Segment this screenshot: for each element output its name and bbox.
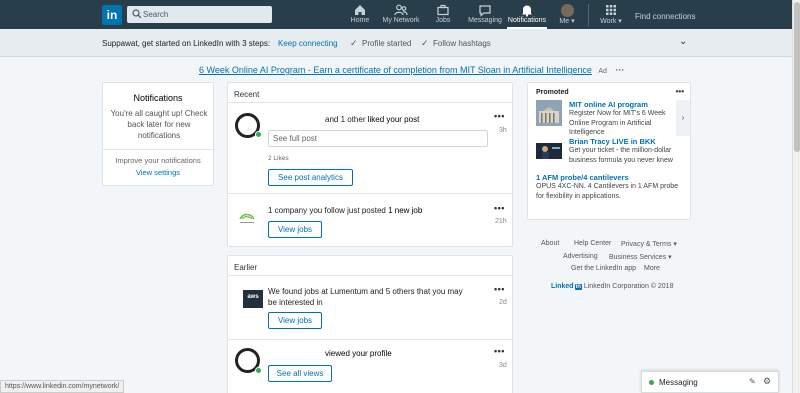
online-indicator [255,131,262,138]
briefcase-icon [437,4,449,16]
card-title: Notifications [133,93,183,103]
nav-divider [588,4,589,26]
seagate-icon [239,213,255,223]
nav-messaging[interactable]: Messaging [468,3,502,29]
nav-jobs[interactable]: Jobs [434,3,452,29]
promo-description: Get your ticket - the million-dollar bus… [569,147,673,164]
step-profile-started[interactable]: Profile started [362,39,411,48]
footer-link-privacy[interactable]: Privacy & Terms ▾ [621,240,677,248]
timestamp: 2d [499,299,507,306]
promo-item[interactable]: Brian Tracy LIVE in BKK Get your ticket … [536,137,681,167]
caught-up-text: You're all caught up! Check back later f… [110,109,208,140]
linkedin-logo[interactable]: in [102,5,122,25]
more-options-icon[interactable]: ••• [494,346,505,356]
notification-text: We found jobs at Lumentum and 5 others t… [268,287,463,307]
divider [228,275,512,276]
search-input[interactable] [143,6,268,23]
nav-work[interactable]: Work ▾ [599,3,623,29]
top-nav: in Home My Network Jobs Messaging Notifi… [0,0,792,29]
search-box[interactable] [127,6,272,23]
view-jobs-button[interactable]: View jobs [268,221,322,238]
view-settings-link[interactable]: View settings [103,168,213,177]
chevron-down-icon[interactable]: ⌄ [679,36,687,47]
company-logo [236,207,258,229]
messaging-label: Messaging [659,378,698,387]
promo-title[interactable]: MIT online AI program [569,100,648,109]
chat-icon [479,5,491,17]
divider [103,149,213,150]
banner-message: Suppawat, get started on LinkedIn with 3… [102,39,271,48]
network-icon [394,4,408,16]
copyright: Linked in LinkedIn Corporation © 2018 [551,283,674,290]
promo-item[interactable]: 1 AFM probe/4 cantilevers OPUS 4XC-NN. 4… [536,173,681,213]
bell-icon [522,5,532,17]
more-options-icon[interactable]: ••• [494,203,505,213]
promo-item[interactable]: MIT online AI program Register Now for M… [536,100,681,136]
see-post-analytics-button[interactable]: See post analytics [268,169,353,186]
section-heading: Recent [234,90,260,99]
promo-description: OPUS 4XC-NN. 4 Cantilevers in 1 AFM prob… [536,183,678,200]
status-url: https://www.linkedin.com/mynetwork/ [0,380,125,393]
footer-link-more[interactable]: More [644,265,660,272]
nav-my-network[interactable]: My Network [382,3,420,29]
more-options-icon[interactable]: ••• [494,284,505,294]
scrollbar-thumb[interactable] [794,2,800,152]
grid-icon [606,5,616,15]
promoted-label: Promoted [536,89,569,96]
ad-link[interactable]: 6 Week Online AI Program - Earn a certif… [199,65,592,75]
likes-count: 2 Likes [268,155,289,162]
gear-icon[interactable]: ⚙ [763,376,771,387]
compose-icon[interactable]: ✎ [749,377,756,386]
ad-more-icon[interactable]: ··· [615,65,624,75]
linkedin-footer-logo: Linked in [551,283,582,290]
timestamp: 21h [495,218,507,225]
section-heading: Earlier [234,263,258,272]
step-follow-hashtags[interactable]: Follow hashtags [433,39,491,48]
more-options-icon[interactable]: ••• [676,87,684,96]
scrollbar[interactable] [792,0,800,393]
divider [228,193,512,194]
check-icon: ✓ [421,38,429,48]
messaging-bar[interactable]: Messaging ✎ ⚙ [641,371,779,393]
footer-link-advertising[interactable]: Advertising [563,253,598,260]
aws-logo: aws [243,290,263,308]
speaker-image [536,143,562,159]
see-all-views-button[interactable]: See all views [268,365,332,382]
online-indicator [255,367,262,374]
improve-text: Improve your notifications [115,156,201,165]
online-indicator [649,380,654,385]
divider [228,339,512,340]
divider [228,102,512,103]
nav-home[interactable]: Home [349,3,371,29]
timestamp: 3h [499,127,507,134]
nav-notifications[interactable]: Notifications [507,3,547,29]
nav-me[interactable]: Me ▾ [558,3,576,29]
getting-started-banner: Suppawat, get started on LinkedIn with 3… [0,29,792,57]
footer-link-about[interactable]: About [541,240,559,247]
check-icon: ✓ [350,38,358,48]
view-jobs-button[interactable]: View jobs [268,312,322,329]
notification-text: 1 company you follow just posted 1 new j… [268,206,423,215]
footer-link-app[interactable]: Get the LinkedIn app [571,265,636,272]
promo-title[interactable]: 1 AFM probe/4 cantilevers [536,173,629,182]
search-icon [132,9,142,19]
home-icon [355,5,365,15]
footer-link-help[interactable]: Help Center [574,240,611,247]
see-full-post-field[interactable]: See full post [268,130,488,147]
promo-description: Register Now for MIT's 6 Week Online Pro… [569,110,666,136]
more-options-icon[interactable]: ••• [494,111,505,121]
ad-tag: Ad [598,68,607,75]
timestamp: 3d [499,362,507,369]
find-connections-link[interactable]: Find connections [635,12,695,21]
ad-banner: 6 Week Online AI Program - Earn a certif… [199,65,624,75]
promo-title[interactable]: Brian Tracy LIVE in BKK [569,137,656,146]
mit-building-image [536,100,562,126]
footer-link-business[interactable]: Business Services ▾ [609,253,672,261]
avatar [560,4,574,17]
step-keep-connecting[interactable]: Keep connecting [278,39,338,48]
notification-text: viewed your profile [325,349,392,358]
promoted-card: Promoted ••• › MIT online AI program Reg… [527,82,691,220]
notifications-summary-card: Notifications You're all caught up! Chec… [102,82,214,186]
